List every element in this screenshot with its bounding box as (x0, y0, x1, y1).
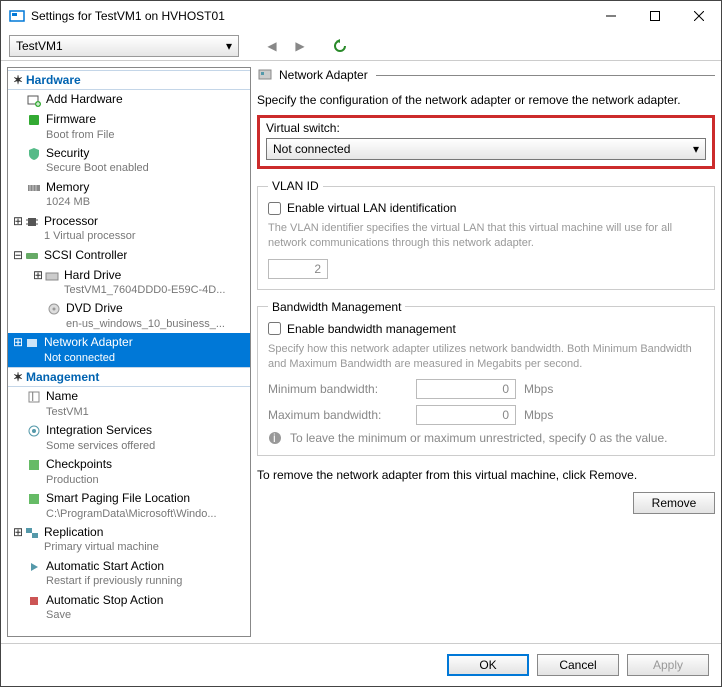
network-adapter-icon (24, 335, 40, 351)
max-bandwidth-label: Maximum bandwidth: (268, 408, 408, 422)
virtual-switch-value: Not connected (273, 142, 350, 156)
controller-icon (24, 248, 40, 264)
expand-icon: ⊞ (12, 525, 24, 541)
close-button[interactable] (677, 1, 721, 31)
min-bandwidth-label: Minimum bandwidth: (268, 382, 408, 396)
bandwidth-hint: Specify how this network adapter utilize… (268, 342, 704, 372)
memory-icon (26, 180, 42, 196)
bandwidth-group: Bandwidth Management Enable bandwidth ma… (257, 300, 715, 457)
hard-drive-icon (44, 268, 60, 284)
apply-button[interactable]: Apply (627, 654, 709, 676)
panel-description: Specify the configuration of the network… (257, 93, 715, 107)
sidebar-item-hard-drive[interactable]: ⊞ Hard DriveTestVM1_7604DDD0-E59C-4D... (8, 266, 250, 300)
remove-block: To remove the network adapter from this … (257, 468, 715, 514)
virtual-switch-dropdown[interactable]: Not connected ▾ (266, 138, 706, 160)
bandwidth-enable-checkbox[interactable] (268, 322, 281, 335)
vm-selector-dropdown[interactable]: TestVM1 ▾ (9, 35, 239, 57)
dialog-footer: OK Cancel Apply (1, 643, 721, 686)
window-title: Settings for TestVM1 on HVHOST01 (31, 9, 589, 23)
paging-icon (26, 491, 42, 507)
panel-title-row: Network Adapter (257, 67, 715, 83)
sidebar-item-network-adapter[interactable]: ⊞ Network AdapterNot connected (8, 333, 250, 367)
sidebar-item-checkpoints[interactable]: CheckpointsProduction (8, 455, 250, 489)
svg-text:I: I (31, 390, 34, 404)
maximize-button[interactable] (633, 1, 677, 31)
min-bandwidth-input[interactable]: 0 (416, 379, 516, 399)
info-icon: i (268, 431, 282, 445)
sidebar-item-smart-paging[interactable]: Smart Paging File LocationC:\ProgramData… (8, 489, 250, 523)
network-adapter-icon (257, 67, 273, 83)
bandwidth-legend: Bandwidth Management (268, 300, 405, 314)
max-bandwidth-unit: Mbps (524, 408, 553, 422)
vlan-hint: The VLAN identifier specifies the virtua… (268, 221, 704, 251)
expand-icon: ⊞ (12, 335, 24, 351)
app-icon (9, 8, 25, 24)
processor-icon (24, 214, 40, 230)
virtual-switch-label: Virtual switch: (266, 121, 706, 135)
dvd-drive-icon (46, 301, 62, 317)
sidebar: ✶ Hardware Add Hardware FirmwareBoot fro… (7, 67, 251, 637)
sidebar-item-integration-services[interactable]: Integration ServicesSome services offere… (8, 421, 250, 455)
replication-icon (24, 525, 40, 541)
min-bandwidth-unit: Mbps (524, 382, 553, 396)
checkpoints-icon (26, 457, 42, 473)
chevron-down-icon: ▾ (693, 142, 699, 156)
panel-title: Network Adapter (279, 68, 368, 82)
sidebar-item-replication[interactable]: ⊞ ReplicationPrimary virtual machine (8, 523, 250, 557)
collapse-icon: ✶ (12, 370, 24, 384)
vlan-id-input[interactable]: 2 (268, 259, 328, 279)
remove-button[interactable]: Remove (633, 492, 715, 514)
nav-back-button[interactable]: ◀ (261, 35, 283, 57)
expand-icon: ⊞ (32, 268, 44, 284)
remove-text: To remove the network adapter from this … (257, 468, 715, 482)
vm-selector-row: TestVM1 ▾ ◀ ▶ (1, 31, 721, 61)
name-icon: I (26, 389, 42, 405)
cancel-button[interactable]: Cancel (537, 654, 619, 676)
vlan-legend: VLAN ID (268, 179, 323, 193)
ok-button[interactable]: OK (447, 654, 529, 676)
sidebar-item-dvd-drive[interactable]: DVD Driveen-us_windows_10_business_... (8, 299, 250, 333)
shield-icon (26, 146, 42, 162)
vlan-enable-label: Enable virtual LAN identification (287, 201, 456, 215)
sidebar-item-add-hardware[interactable]: Add Hardware (8, 90, 250, 110)
sidebar-item-auto-stop[interactable]: Automatic Stop ActionSave (8, 591, 250, 625)
minimize-button[interactable] (589, 1, 633, 31)
integration-icon (26, 423, 42, 439)
sidebar-item-name[interactable]: I NameTestVM1 (8, 387, 250, 421)
vlan-enable-checkbox[interactable] (268, 202, 281, 215)
auto-stop-icon (26, 593, 42, 609)
content-panel: Network Adapter Specify the configuratio… (257, 67, 715, 637)
bandwidth-enable-label: Enable bandwidth management (287, 322, 456, 336)
panel-title-rule (376, 75, 715, 76)
collapse-icon: ⊟ (12, 248, 24, 264)
sidebar-item-memory[interactable]: Memory1024 MB (8, 178, 250, 212)
sidebar-item-firmware[interactable]: FirmwareBoot from File (8, 110, 250, 144)
vlan-group: VLAN ID Enable virtual LAN identificatio… (257, 179, 715, 290)
add-hardware-icon (26, 92, 42, 108)
main-split: ✶ Hardware Add Hardware FirmwareBoot fro… (1, 61, 721, 643)
sidebar-hardware-header[interactable]: ✶ Hardware (8, 70, 250, 90)
collapse-icon: ✶ (12, 73, 24, 87)
bandwidth-info-text: To leave the minimum or maximum unrestri… (290, 431, 667, 445)
chevron-down-icon: ▾ (226, 39, 232, 53)
max-bandwidth-input[interactable]: 0 (416, 405, 516, 425)
virtual-switch-highlight: Virtual switch: Not connected ▾ (257, 115, 715, 169)
expand-icon: ⊞ (12, 214, 24, 230)
svg-text:i: i (273, 431, 276, 445)
refresh-button[interactable] (329, 35, 351, 57)
sidebar-item-scsi-controller[interactable]: ⊟ SCSI Controller (8, 246, 250, 266)
nav-forward-button[interactable]: ▶ (289, 35, 311, 57)
titlebar: Settings for TestVM1 on HVHOST01 (1, 1, 721, 31)
vm-selector-value: TestVM1 (16, 39, 63, 53)
auto-start-icon (26, 559, 42, 575)
sidebar-item-processor[interactable]: ⊞ Processor1 Virtual processor (8, 212, 250, 246)
firmware-icon (26, 112, 42, 128)
sidebar-management-header[interactable]: ✶ Management (8, 367, 250, 387)
sidebar-item-security[interactable]: SecuritySecure Boot enabled (8, 144, 250, 178)
sidebar-item-auto-start[interactable]: Automatic Start ActionRestart if previou… (8, 557, 250, 591)
